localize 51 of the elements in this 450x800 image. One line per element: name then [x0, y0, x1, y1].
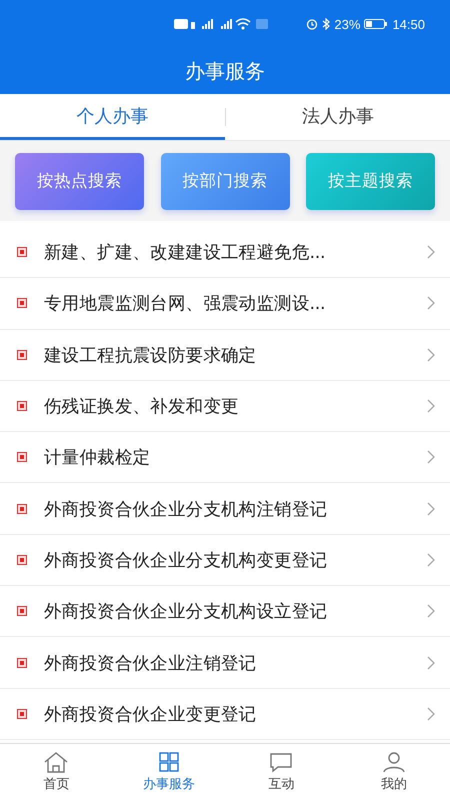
- clock: 14:50: [392, 16, 425, 32]
- bullet-icon: [17, 658, 27, 668]
- list-item[interactable]: 外商投资合伙企业变更登记: [0, 688, 450, 740]
- chevron-icon: [427, 656, 435, 670]
- item-label: 专用地震监测台网、强震动监测设...: [44, 293, 326, 316]
- list-item[interactable]: 建设工程抗震设防要求确定: [0, 330, 450, 381]
- chevron-icon: [427, 348, 435, 362]
- battery-icon: [364, 18, 388, 30]
- chat-icon: [268, 751, 294, 773]
- bullet-icon: [17, 401, 27, 412]
- page-title: 办事服务: [185, 58, 265, 84]
- tab[interactable]: 法人办事: [226, 94, 450, 140]
- item-label: 伤残证换发、补发和变更: [44, 396, 240, 418]
- bluetooth-icon: [322, 18, 330, 30]
- list-item[interactable]: 计量仲裁检定: [0, 432, 450, 484]
- chevron-icon: [427, 552, 435, 567]
- bullet-icon: [17, 298, 27, 308]
- item-label: 外商投资合伙企业分支机构设立登记: [44, 601, 328, 624]
- chevron-icon: [427, 604, 435, 618]
- chevron-icon: [427, 502, 435, 516]
- chevron-icon: [427, 296, 435, 310]
- item-label: 外商投资合伙企业分支机构注销登记: [44, 498, 328, 521]
- bullet-icon: [17, 504, 27, 514]
- item-label: 外商投资合伙企业变更登记: [44, 704, 258, 726]
- item-label: 外商投资合伙企业分支机构变更登记: [44, 550, 328, 572]
- chevron-icon: [427, 245, 435, 260]
- bullet-icon: [17, 708, 27, 719]
- chevron-icon: [427, 450, 435, 464]
- bullet-icon: [17, 452, 27, 462]
- list-item[interactable]: 新建、扩建、改建建设工程避免危...: [0, 227, 450, 278]
- item-label: 新建、扩建、改建建设工程避免危...: [44, 242, 326, 264]
- list-item[interactable]: 伤残证换发、补发和变更: [0, 380, 450, 432]
- battery-percent: 23%: [334, 16, 360, 32]
- bullet-icon: [17, 350, 27, 360]
- bullet-icon: [17, 247, 27, 258]
- chevron-icon: [427, 706, 435, 721]
- alarm-icon: [306, 18, 318, 30]
- item-label: 计量仲裁检定: [44, 447, 152, 470]
- list-item[interactable]: 外商投资合伙企业注销登记: [0, 637, 450, 689]
- bullet-icon: [17, 554, 27, 565]
- chevron-icon: [427, 399, 435, 414]
- list-item[interactable]: 外商投资合伙企业分支机构变更登记: [0, 534, 450, 586]
- user-icon: [380, 751, 407, 773]
- search-button[interactable]: 按热点搜索: [15, 152, 144, 210]
- item-label: 外商投资合伙企业注销登记: [44, 652, 258, 675]
- home-icon: [43, 751, 70, 773]
- list-item[interactable]: 外商投资合伙企业分支机构设立登记: [0, 586, 450, 638]
- item-label: 建设工程抗震设防要求确定: [44, 344, 258, 367]
- bullet-icon: [17, 606, 27, 616]
- list-item[interactable]: 专用地震监测台网、强震动监测设...: [0, 278, 450, 330]
- list-item[interactable]: 外商投资合伙企业分支机构注销登记: [0, 483, 450, 535]
